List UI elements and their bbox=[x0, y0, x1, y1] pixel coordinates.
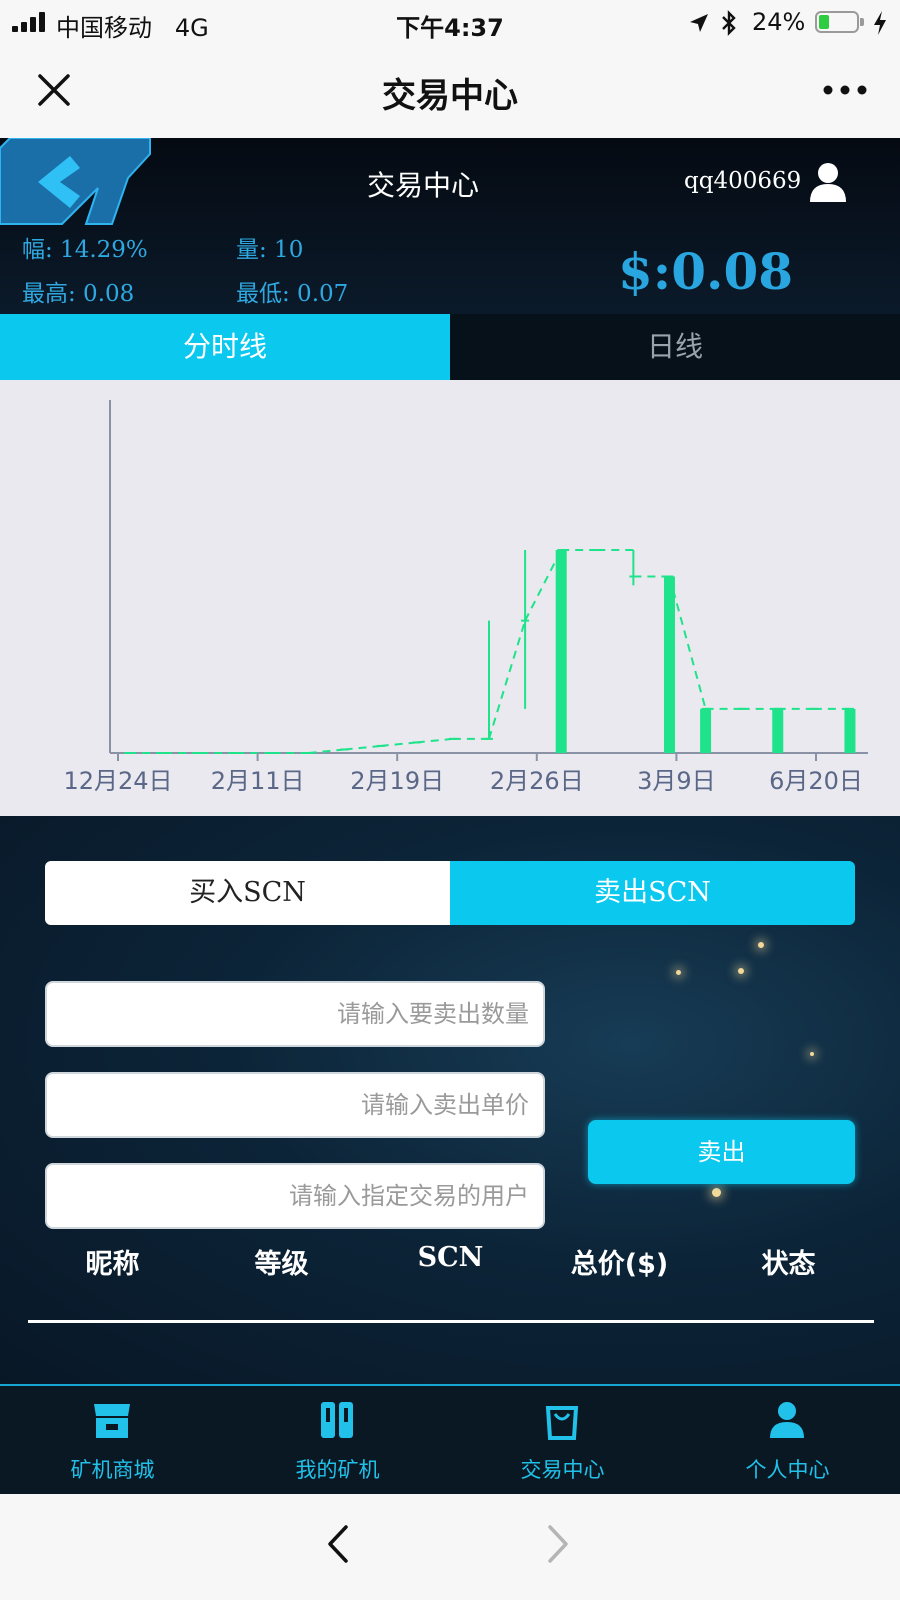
trade-panel: 买入SCN 卖出SCN 卖出 昵称 等级 SCN 总价($) 状态 bbox=[0, 816, 900, 1384]
store-icon bbox=[94, 1404, 130, 1438]
more-icon[interactable] bbox=[822, 84, 868, 96]
change-percent: 幅: 14.29% bbox=[22, 237, 148, 263]
low-price: 最低: 0.07 bbox=[236, 281, 349, 307]
nav-label: 交易中心 bbox=[520, 1458, 605, 1482]
miner-icon bbox=[321, 1402, 353, 1438]
bluetooth-icon bbox=[722, 10, 736, 36]
nav-my-miners[interactable]: 我的矿机 bbox=[225, 1386, 450, 1496]
bg-star bbox=[738, 968, 744, 974]
current-price: $:0.08 bbox=[618, 242, 794, 301]
target-user-input[interactable] bbox=[45, 1163, 545, 1229]
sell-scn-tab[interactable]: 卖出SCN bbox=[450, 861, 855, 925]
nav-mining-store[interactable]: 矿机商城 bbox=[0, 1386, 225, 1496]
bg-star bbox=[758, 942, 764, 948]
price-line-segment bbox=[416, 737, 454, 744]
column-total-price: 总价($) bbox=[570, 1249, 669, 1280]
column-level: 等级 bbox=[254, 1249, 309, 1280]
sell-price-input[interactable] bbox=[45, 1072, 545, 1138]
battery-percent: 24% bbox=[752, 8, 806, 36]
tab-daily[interactable]: 日线 bbox=[450, 314, 900, 380]
column-status: 状态 bbox=[761, 1249, 816, 1280]
price-chart: 12月24日 2月11日 2月19日 2月26日 3月9日 6月20日 bbox=[0, 380, 900, 816]
price-line-segment bbox=[344, 744, 381, 751]
nav-title: 交易中心 bbox=[382, 76, 518, 116]
x-tick-label: 12月24日 bbox=[63, 767, 172, 795]
orders-table-header: 昵称 等级 SCN 总价($) 状态 bbox=[28, 1242, 874, 1292]
x-tick-label: 3月9日 bbox=[637, 767, 716, 795]
bottom-tab-bar: 矿机商城 我的矿机 交易中心 个人中心 bbox=[0, 1384, 900, 1496]
bg-star bbox=[712, 1188, 721, 1197]
nav-personal-center[interactable]: 个人中心 bbox=[675, 1386, 900, 1496]
x-tick-label: 2月19日 bbox=[350, 767, 444, 795]
x-tick-label: 6月20日 bbox=[769, 767, 863, 795]
chart-tabs: 分时线 日线 bbox=[0, 314, 900, 380]
tab-intraday[interactable]: 分时线 bbox=[0, 314, 450, 380]
market-header: 交易中心 qq400669 幅: 14.29% 量: 10 最高: 0.08 最… bbox=[0, 138, 900, 314]
chart-svg: 12月24日 2月11日 2月19日 2月26日 3月9日 6月20日 bbox=[63, 400, 868, 795]
column-scn: SCN bbox=[417, 1242, 484, 1273]
bg-star bbox=[676, 970, 681, 975]
buy-scn-tab[interactable]: 买入SCN bbox=[45, 861, 450, 925]
charging-icon bbox=[874, 11, 886, 35]
username: qq400669 bbox=[684, 168, 802, 194]
volume: 量: 10 bbox=[236, 237, 304, 263]
volume-bar bbox=[844, 708, 856, 753]
high-price: 最高: 0.08 bbox=[22, 281, 135, 307]
nav-trade-center[interactable]: 交易中心 bbox=[450, 1386, 675, 1496]
nav-label: 个人中心 bbox=[745, 1458, 830, 1482]
location-icon bbox=[690, 14, 708, 32]
volume-bar bbox=[663, 576, 675, 753]
price-line-segment bbox=[488, 620, 527, 740]
x-tick-label: 2月11日 bbox=[211, 767, 305, 795]
shopping-bag-icon bbox=[545, 1406, 579, 1440]
nav-bar: 交易中心 bbox=[0, 46, 900, 138]
user-icon[interactable] bbox=[808, 162, 848, 202]
nav-label: 矿机商城 bbox=[70, 1458, 155, 1482]
battery-icon bbox=[815, 11, 864, 33]
column-nickname: 昵称 bbox=[85, 1249, 140, 1280]
volume-bar bbox=[700, 708, 712, 753]
browser-toolbar bbox=[0, 1494, 900, 1600]
sell-button[interactable]: 卖出 bbox=[588, 1120, 855, 1184]
table-divider bbox=[28, 1320, 874, 1323]
volume-bar bbox=[555, 550, 567, 753]
sell-quantity-input[interactable] bbox=[45, 981, 545, 1047]
volume-bar bbox=[772, 708, 784, 753]
bg-star bbox=[810, 1052, 814, 1056]
status-bar: 中国移动 4G 下午4:37 24% bbox=[0, 0, 900, 46]
trade-toggle: 买入SCN 卖出SCN bbox=[45, 861, 855, 925]
person-icon bbox=[770, 1402, 804, 1438]
price-line-segment bbox=[380, 741, 417, 747]
x-tick-label: 2月26日 bbox=[490, 767, 584, 795]
nav-label: 我的矿机 bbox=[295, 1458, 380, 1482]
browser-back-icon[interactable] bbox=[326, 1524, 350, 1564]
browser-forward-icon[interactable] bbox=[546, 1524, 570, 1564]
